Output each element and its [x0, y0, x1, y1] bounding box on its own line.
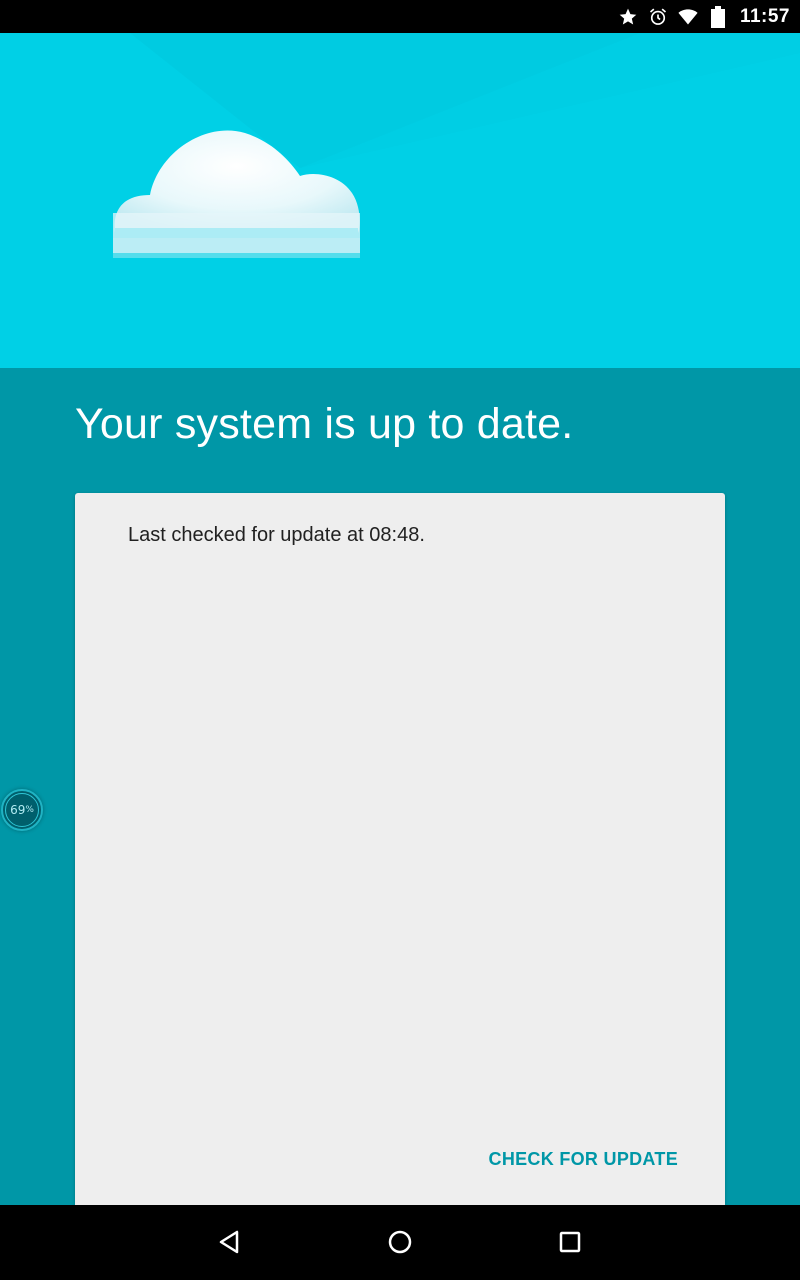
navigation-bar: [0, 1205, 800, 1280]
battery-widget-value: 69: [10, 803, 26, 817]
page-title: Your system is up to date.: [75, 400, 574, 448]
status-icons: 11:57: [618, 0, 790, 33]
battery-widget[interactable]: 69%: [1, 789, 43, 831]
battery-icon: [708, 5, 728, 28]
battery-widget-label: 69%: [5, 793, 39, 827]
back-icon[interactable]: [210, 1222, 250, 1262]
last-checked-text: Last checked for update at 08:48.: [128, 524, 425, 546]
header-background-art: [113, 33, 800, 258]
battery-widget-unit: %: [25, 805, 34, 815]
header-illustration: [0, 33, 800, 368]
home-icon[interactable]: [380, 1222, 420, 1262]
alarm-icon: [648, 7, 668, 27]
status-time: 11:57: [739, 5, 790, 27]
update-status-card: Last checked for update at 08:48. CHECK …: [75, 493, 725, 1205]
status-bar: 11:57: [0, 0, 800, 33]
star-icon: [618, 7, 638, 27]
check-for-update-button[interactable]: CHECK FOR UPDATE: [480, 1143, 687, 1176]
recents-icon[interactable]: [550, 1222, 590, 1262]
wifi-icon: [678, 7, 698, 27]
